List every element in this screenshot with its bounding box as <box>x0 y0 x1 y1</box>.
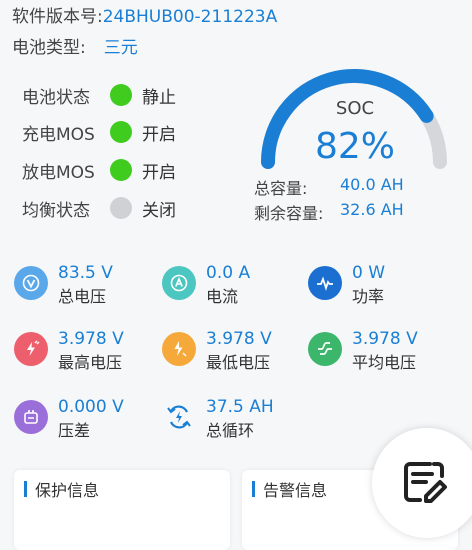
remaining-capacity-label: 剩余容量: <box>254 204 324 223</box>
protection-info-label: 保护信息 <box>35 481 100 500</box>
min-voltage-icon <box>162 332 196 366</box>
metric-avg-voltage: 3.978 V 平均电压 <box>308 328 418 376</box>
metric-label: 平均电压 <box>352 353 417 372</box>
firmware-label: 软件版本号: <box>12 7 103 27</box>
metric-label: 电流 <box>206 287 239 306</box>
protection-info-card[interactable]: 保护信息 <box>14 470 230 550</box>
alarm-info-title: 告警信息 <box>252 477 327 501</box>
metric-label: 最高电压 <box>58 353 123 372</box>
cycle-icon <box>162 400 196 434</box>
status-label: 电池状态 <box>22 87 90 108</box>
edit-fab-button[interactable] <box>372 428 472 538</box>
status-indicator-dot <box>110 84 132 106</box>
status-indicator-dot <box>110 197 132 219</box>
metric-total-cycle: 37.5 AH 总循环 <box>162 396 274 444</box>
metric-max-voltage: 3.978 V 最高电压 <box>14 328 124 376</box>
status-label: 放电MOS <box>22 162 95 183</box>
metric-label: 功率 <box>352 287 385 306</box>
metric-label: 总电压 <box>58 287 107 306</box>
battery-type-value: 三元 <box>103 38 138 58</box>
power-icon <box>308 266 342 300</box>
status-row-charge-mos: 充电MOS 开启 <box>22 117 176 147</box>
status-row-battery: 电池状态 静止 <box>22 80 176 110</box>
firmware-value: 24BHUB00-211223A <box>102 7 278 27</box>
remaining-capacity-value: 32.6 AH <box>340 200 404 219</box>
metric-value: 83.5 V <box>58 263 113 283</box>
metric-label: 压差 <box>58 421 91 440</box>
status-row-balance: 均衡状态 关闭 <box>22 193 176 223</box>
battery-type-label: 电池类型: <box>12 38 86 58</box>
status-indicator-dot <box>110 159 132 181</box>
firmware-row: 软件版本号:24BHUB00-211223A <box>12 2 277 27</box>
voltage-diff-icon <box>14 400 48 434</box>
protection-info-title: 保护信息 <box>24 477 99 501</box>
metric-value: 3.978 V <box>58 329 124 349</box>
status-value: 开启 <box>142 162 176 183</box>
status-value: 开启 <box>142 124 176 145</box>
metric-label: 总循环 <box>206 421 255 440</box>
soc-percent: 82% <box>314 126 395 167</box>
status-label: 均衡状态 <box>22 200 90 221</box>
status-label: 充电MOS <box>22 124 95 145</box>
metric-value: 0 W <box>352 263 386 283</box>
metric-total-voltage: 83.5 V 总电压 <box>14 262 113 310</box>
edit-note-icon <box>404 462 447 503</box>
total-capacity-value: 40.0 AH <box>340 175 404 194</box>
status-value: 关闭 <box>142 200 176 221</box>
metric-value: 3.978 V <box>206 329 272 349</box>
metric-label: 最低电压 <box>206 353 271 372</box>
metric-min-voltage: 3.978 V 最低电压 <box>162 328 272 376</box>
alarm-info-label: 告警信息 <box>263 481 328 500</box>
metric-value: 0.000 V <box>58 397 124 417</box>
status-indicator-dot <box>110 121 132 143</box>
metric-value: 37.5 AH <box>206 397 274 417</box>
status-value: 静止 <box>142 87 176 108</box>
title-accent-bar <box>24 481 27 497</box>
avg-voltage-icon <box>308 332 342 366</box>
soc-title: SOC <box>335 98 375 119</box>
metric-voltage-diff: 0.000 V 压差 <box>14 396 124 444</box>
battery-type-row: 电池类型: 三元 <box>12 33 138 58</box>
total-capacity-label: 总容量: <box>254 179 308 198</box>
current-icon <box>162 266 196 300</box>
title-accent-bar <box>252 481 255 497</box>
metric-value: 0.0 A <box>206 263 251 283</box>
status-row-discharge-mos: 放电MOS 开启 <box>22 155 176 185</box>
total-voltage-icon <box>14 266 48 300</box>
metric-value: 3.978 V <box>352 329 418 349</box>
metric-power: 0 W 功率 <box>308 262 385 310</box>
max-voltage-icon <box>14 332 48 366</box>
metric-current: 0.0 A 电流 <box>162 262 250 310</box>
